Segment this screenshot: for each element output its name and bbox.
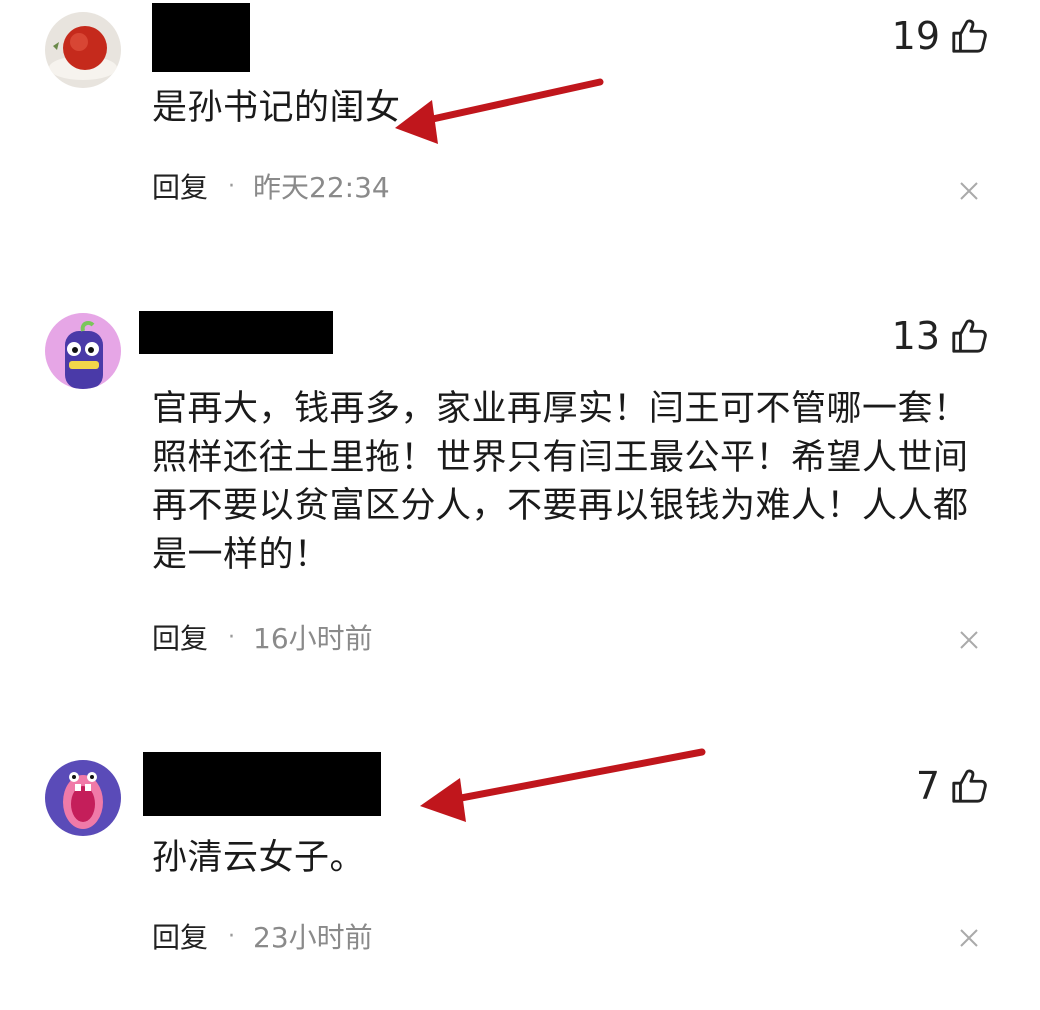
close-button[interactable]: [958, 629, 980, 651]
comment-text: 孙清云女子。: [152, 838, 366, 878]
comment-item: 19 是孙书记的闺女 回复 · 昨天22:34: [0, 0, 1040, 260]
thumbs-up-icon: [952, 19, 987, 53]
reply-button[interactable]: 回复: [152, 166, 208, 206]
comment-meta: 回复 · 昨天22:34: [152, 166, 390, 206]
user-avatar[interactable]: [45, 12, 121, 88]
purple-monster-avatar-icon: [45, 313, 121, 389]
reply-button[interactable]: 回复: [152, 617, 208, 657]
close-icon: [960, 631, 978, 649]
apple-avatar-icon: [45, 12, 121, 88]
meta-separator: ·: [228, 624, 236, 650]
thumbs-up-icon: [952, 319, 987, 353]
user-avatar[interactable]: [45, 313, 121, 389]
redacted-username: [139, 311, 333, 354]
comment-item: 13 官再大，钱再多，家业再厚实！闫王可不管哪一套！照样还往土里拖！世界只有闫王…: [0, 260, 1040, 700]
like-count: 13: [891, 314, 940, 358]
comment-time: 23小时前: [253, 921, 373, 954]
like-button[interactable]: 13: [892, 314, 988, 358]
thumbs-up-icon: [952, 769, 987, 803]
redacted-username: [143, 752, 381, 816]
comment-meta: 回复 · 23小时前: [152, 916, 373, 956]
redacted-username: [152, 3, 250, 72]
comment-time: 16小时前: [253, 622, 373, 655]
comment-item: 7 孙清云女子。 回复 · 23小时前: [0, 700, 1040, 1010]
close-icon: [960, 929, 978, 947]
meta-separator: ·: [228, 173, 236, 199]
comment-text: 是孙书记的闺女: [152, 88, 401, 128]
user-avatar[interactable]: [45, 760, 121, 836]
reply-button[interactable]: 回复: [152, 916, 208, 956]
meta-separator: ·: [228, 923, 236, 949]
close-button[interactable]: [958, 180, 980, 202]
comment-time: 昨天22:34: [253, 171, 390, 204]
like-button[interactable]: 19: [892, 14, 988, 58]
like-count: 7: [915, 764, 940, 808]
like-button[interactable]: 7: [916, 764, 988, 808]
comment-text: 官再大，钱再多，家业再厚实！闫王可不管哪一套！照样还往土里拖！世界只有闫王最公平…: [152, 389, 969, 575]
like-count: 19: [891, 14, 940, 58]
screaming-mouth-avatar-icon: [45, 760, 121, 836]
close-button[interactable]: [958, 927, 980, 949]
comment-meta: 回复 · 16小时前: [152, 617, 373, 657]
close-icon: [960, 182, 978, 200]
